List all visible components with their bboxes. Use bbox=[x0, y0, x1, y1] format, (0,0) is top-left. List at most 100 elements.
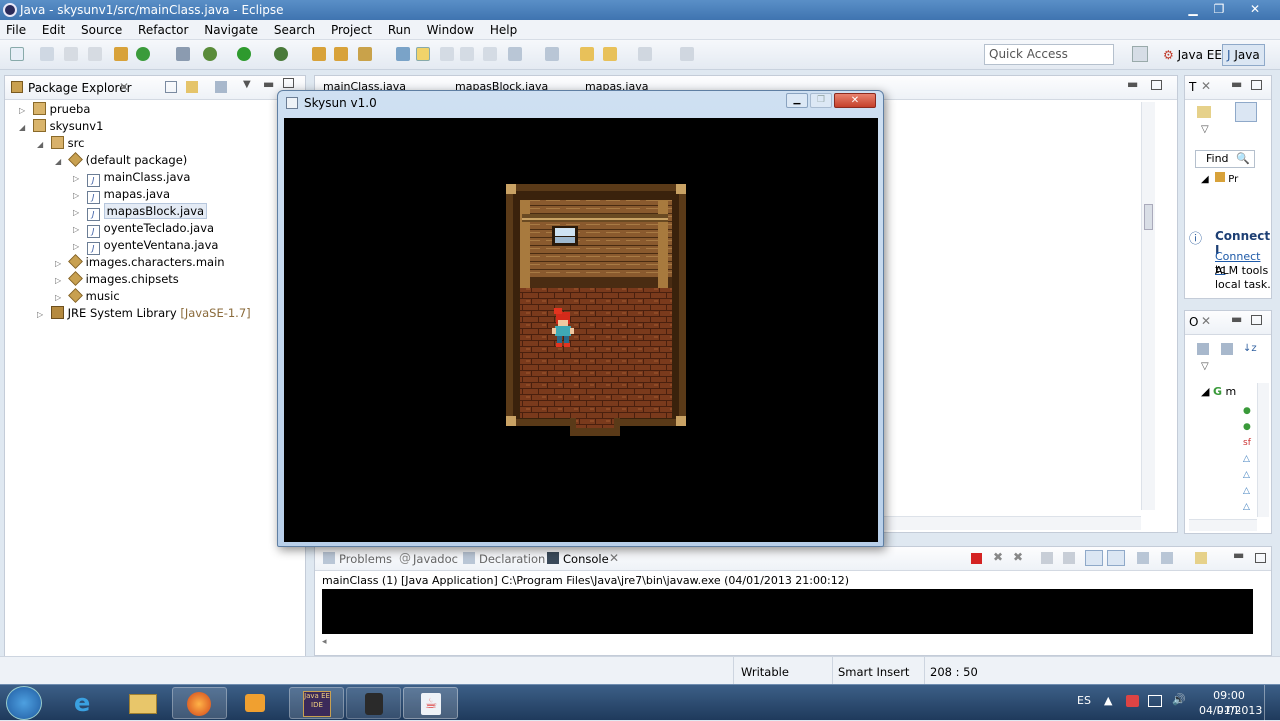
filter-icon[interactable] bbox=[215, 81, 227, 93]
tree-item-mapasblock[interactable]: ▷ JmapasBlock.java bbox=[73, 203, 208, 221]
run-icon[interactable] bbox=[237, 47, 251, 61]
taskbar-eclipse[interactable]: Java EE IDE bbox=[289, 687, 344, 719]
prev-annotation-icon[interactable] bbox=[545, 47, 559, 61]
open-task-icon[interactable] bbox=[334, 47, 348, 61]
last-edit-icon[interactable] bbox=[580, 47, 594, 61]
game-canvas[interactable] bbox=[284, 118, 878, 542]
coverage-icon[interactable] bbox=[274, 47, 288, 61]
tree-item-music[interactable]: ▷ music bbox=[55, 288, 120, 305]
debug-icon[interactable] bbox=[203, 47, 217, 61]
perspective-javaee[interactable]: ⚙ Java EE bbox=[1158, 44, 1227, 66]
skysun-window[interactable]: Skysun v1.0 ▁ ❐ ✕ bbox=[277, 90, 884, 547]
menu-window[interactable]: Window bbox=[421, 20, 480, 40]
new-task-icon[interactable] bbox=[1197, 106, 1211, 118]
categorized-icon[interactable] bbox=[1235, 102, 1257, 122]
taskbar-firefox[interactable] bbox=[172, 687, 227, 719]
tree-item-src[interactable]: ◢ src bbox=[37, 135, 84, 152]
close-tab-icon[interactable]: ✕ bbox=[609, 551, 619, 565]
collapse-icon[interactable]: ◢ bbox=[55, 153, 65, 170]
sort-icon[interactable] bbox=[1221, 343, 1233, 355]
mark-occurrences-icon[interactable] bbox=[416, 47, 430, 61]
menu-help[interactable]: Help bbox=[484, 20, 523, 40]
tree-item-oyenteteclado[interactable]: ▷ JoyenteTeclado.java bbox=[73, 220, 214, 238]
tree-item-jre-library[interactable]: ▷ JRE System Library [JavaSE-1.7] bbox=[37, 305, 251, 322]
tree-item-images-characters[interactable]: ▷ images.characters.main bbox=[55, 254, 225, 271]
save-all-icon[interactable] bbox=[64, 47, 78, 61]
menu-edit[interactable]: Edit bbox=[36, 20, 71, 40]
expand-icon[interactable]: ▷ bbox=[73, 170, 83, 187]
terminate-icon[interactable] bbox=[971, 553, 982, 564]
maximize-button[interactable]: ❐ bbox=[1208, 0, 1230, 18]
expand-icon[interactable]: ▷ bbox=[73, 238, 83, 255]
collapse-icon[interactable]: ◢ bbox=[37, 136, 47, 153]
tree-item-skysunv1[interactable]: ◢ skysunv1 bbox=[19, 118, 103, 135]
start-button[interactable] bbox=[6, 686, 42, 720]
console-maximize-icon[interactable] bbox=[1255, 553, 1266, 563]
print-icon[interactable] bbox=[88, 47, 102, 61]
taskbar-explorer[interactable] bbox=[115, 687, 170, 719]
skip-breakpoints-icon[interactable] bbox=[176, 47, 190, 61]
expand-icon[interactable]: ▷ bbox=[73, 221, 83, 238]
input-language[interactable]: ES bbox=[1077, 694, 1091, 707]
clock-date[interactable]: 04/01/2013 bbox=[1199, 704, 1262, 717]
expand-icon[interactable]: ▷ bbox=[19, 102, 29, 119]
task-maximize-icon[interactable] bbox=[1251, 80, 1262, 90]
task-list-tab[interactable]: T bbox=[1189, 80, 1196, 94]
outline-maximize-icon[interactable] bbox=[1251, 315, 1262, 325]
tab-javadoc[interactable]: Javadoc bbox=[413, 552, 458, 566]
menu-run[interactable]: Run bbox=[382, 20, 417, 40]
task-category-row[interactable]: ◢ Pr bbox=[1201, 172, 1238, 185]
outline-collapse-icon[interactable] bbox=[1197, 343, 1209, 355]
show-stdout-icon[interactable] bbox=[1085, 550, 1103, 566]
scroll-lock-icon[interactable] bbox=[1063, 552, 1075, 564]
skysun-maximize-button[interactable]: ❐ bbox=[810, 93, 832, 108]
minimize-view-icon[interactable]: ▬ bbox=[263, 77, 274, 91]
taskbar-java-app[interactable]: ☕ bbox=[403, 687, 458, 719]
tree-item-prueba[interactable]: ▷ prueba bbox=[19, 101, 90, 118]
view-menu-icon[interactable]: ▼ bbox=[243, 79, 251, 90]
show-stderr-icon[interactable] bbox=[1107, 550, 1125, 566]
close-tab-icon[interactable]: ✕ bbox=[1201, 79, 1211, 93]
outline-h-scrollbar[interactable] bbox=[1189, 519, 1257, 531]
skysun-close-button[interactable]: ✕ bbox=[834, 93, 876, 108]
open-console-icon[interactable] bbox=[1195, 552, 1207, 564]
scrollbar-thumb[interactable] bbox=[1144, 204, 1153, 230]
open-type-icon[interactable] bbox=[312, 47, 326, 61]
outline-tab[interactable]: O bbox=[1189, 315, 1198, 329]
tab-console[interactable]: Console bbox=[563, 552, 609, 566]
refresh-icon[interactable] bbox=[136, 47, 150, 61]
taskbar-ie[interactable]: e bbox=[58, 687, 113, 719]
link-editor-icon[interactable] bbox=[186, 81, 198, 93]
tree-item-mainclass[interactable]: ▷ JmainClass.java bbox=[73, 169, 190, 187]
forward-icon[interactable] bbox=[638, 47, 652, 61]
action-center-icon[interactable] bbox=[1126, 695, 1139, 707]
close-tab-icon[interactable]: ✕ bbox=[119, 80, 129, 94]
expand-icon[interactable]: ▷ bbox=[37, 306, 47, 323]
minimize-button[interactable]: ▁ bbox=[1182, 0, 1204, 18]
task-minimize-icon[interactable]: ▬ bbox=[1231, 77, 1242, 91]
back-icon[interactable] bbox=[603, 47, 617, 61]
menu-source[interactable]: Source bbox=[75, 20, 128, 40]
menu-project[interactable]: Project bbox=[325, 20, 378, 40]
new-icon[interactable] bbox=[10, 47, 24, 61]
menu-navigate[interactable]: Navigate bbox=[198, 20, 264, 40]
toggle-icon[interactable] bbox=[440, 47, 454, 61]
menu-file[interactable]: File bbox=[0, 20, 32, 40]
show-hidden-icons[interactable]: ▲ bbox=[1104, 694, 1112, 707]
task-find-input[interactable]: Find 🔍 bbox=[1195, 150, 1255, 168]
tree-item-default-package[interactable]: ◢ (default package) bbox=[55, 152, 187, 169]
clear-console-icon[interactable] bbox=[1041, 552, 1053, 564]
close-button[interactable]: ✕ bbox=[1234, 0, 1276, 18]
search-tool-icon[interactable] bbox=[358, 47, 372, 61]
expand-icon[interactable]: ▷ bbox=[73, 204, 83, 221]
task-menu-icon[interactable]: ▽ bbox=[1201, 124, 1209, 135]
annotation-icon[interactable] bbox=[396, 47, 410, 61]
menu-refactor[interactable]: Refactor bbox=[132, 20, 194, 40]
network-icon[interactable] bbox=[1148, 695, 1162, 707]
tree-item-mapas[interactable]: ▷ Jmapas.java bbox=[73, 186, 170, 204]
next-annotation-icon[interactable] bbox=[508, 47, 522, 61]
tree-item-oyenteventana[interactable]: ▷ JoyenteVentana.java bbox=[73, 237, 218, 255]
expand-icon[interactable]: ▷ bbox=[55, 272, 65, 289]
remove-launch-icon[interactable]: ✖ bbox=[993, 550, 1003, 564]
volume-icon[interactable]: 🔊 bbox=[1172, 693, 1186, 706]
